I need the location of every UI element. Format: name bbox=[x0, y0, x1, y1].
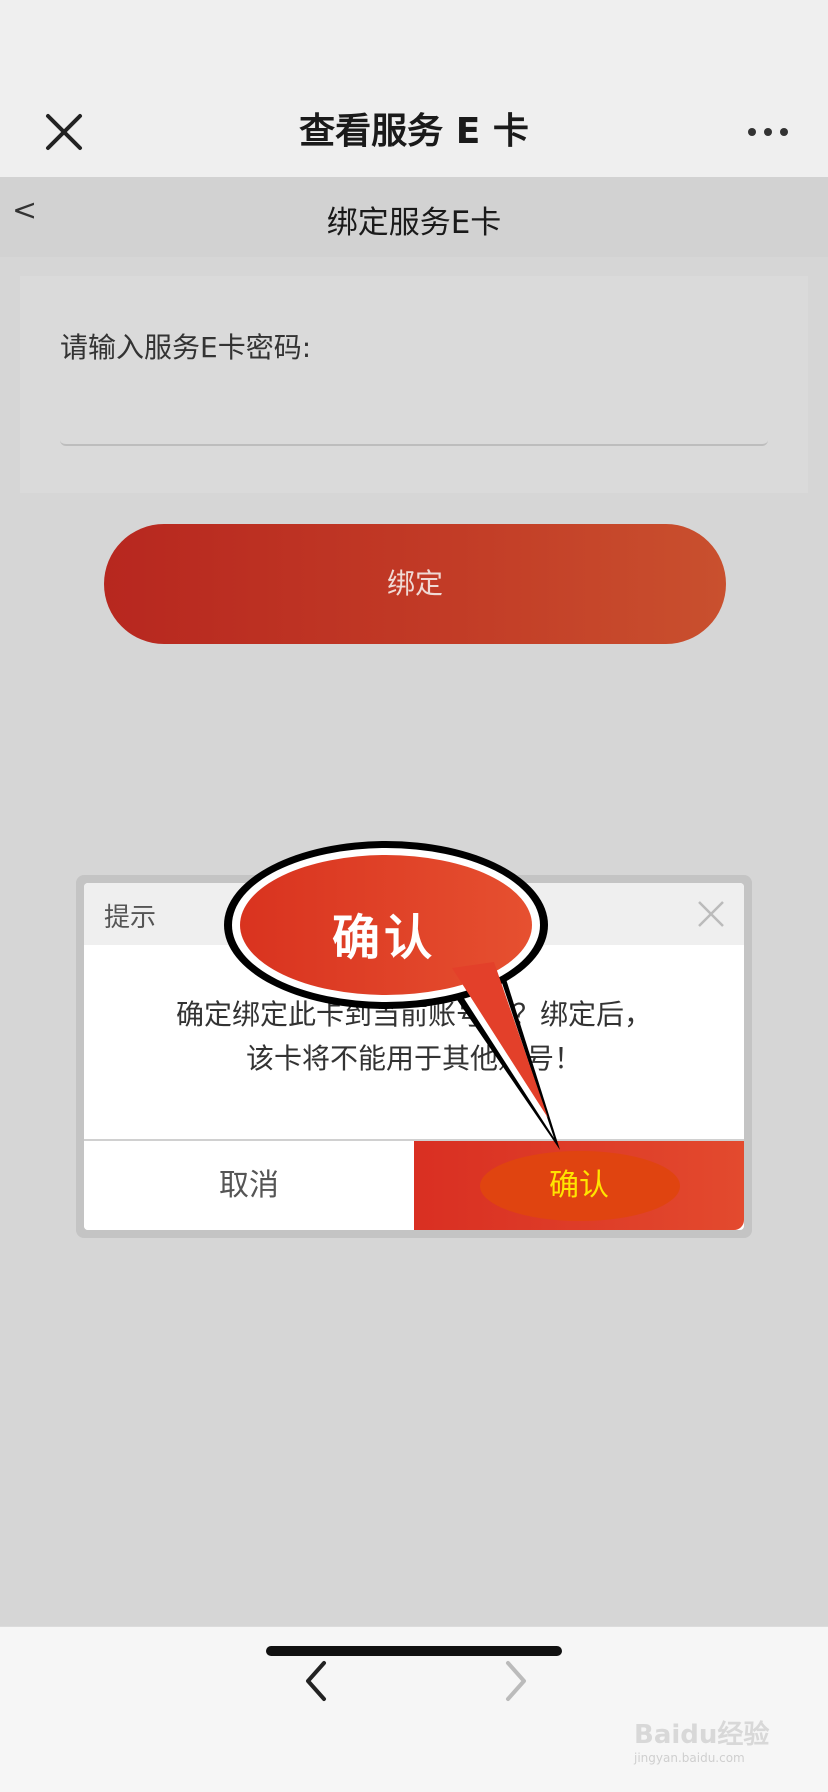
confirm-button[interactable]: 确认 bbox=[414, 1141, 744, 1230]
page-title: 查看服务 E 卡 bbox=[299, 111, 529, 152]
dialog-message-line2: 该卡将不能用于其他账号！ bbox=[245, 1042, 582, 1075]
sub-header-title: 绑定服务E卡 bbox=[326, 205, 502, 241]
forward-arrow-icon[interactable] bbox=[498, 1657, 534, 1705]
baidu-watermark: Baidu经验 jingyan.baidu.com bbox=[634, 1714, 769, 1765]
confirm-button-label: 确认 bbox=[549, 1168, 609, 1203]
cancel-button[interactable]: 取消 bbox=[84, 1141, 414, 1230]
more-icon[interactable] bbox=[744, 116, 792, 148]
watermark-url: jingyan.baidu.com bbox=[634, 1751, 745, 1765]
dialog-buttons: 取消 确认 bbox=[84, 1139, 744, 1230]
dialog-close-icon[interactable] bbox=[696, 899, 726, 929]
back-arrow-icon[interactable] bbox=[298, 1657, 334, 1705]
bind-button[interactable]: 绑定 bbox=[104, 524, 726, 644]
top-bar: 查看服务 E 卡 bbox=[0, 0, 828, 177]
sub-header: < 绑定服务E卡 bbox=[0, 177, 828, 257]
password-input[interactable] bbox=[60, 386, 768, 446]
password-label: 请输入服务E卡密码: bbox=[60, 331, 312, 364]
callout-label: 确认 bbox=[331, 910, 436, 966]
home-indicator bbox=[266, 1646, 562, 1656]
dialog-message-line1: 确定绑定此卡到当前账号吗？绑定后， bbox=[175, 998, 652, 1031]
dialog-title: 提示 bbox=[104, 903, 157, 933]
dialog-message: 确定绑定此卡到当前账号吗？绑定后， 该卡将不能用于其他账号！ bbox=[84, 993, 744, 1081]
password-card: 请输入服务E卡密码: bbox=[20, 276, 808, 493]
watermark-brand: Baidu经验 bbox=[634, 1720, 770, 1750]
